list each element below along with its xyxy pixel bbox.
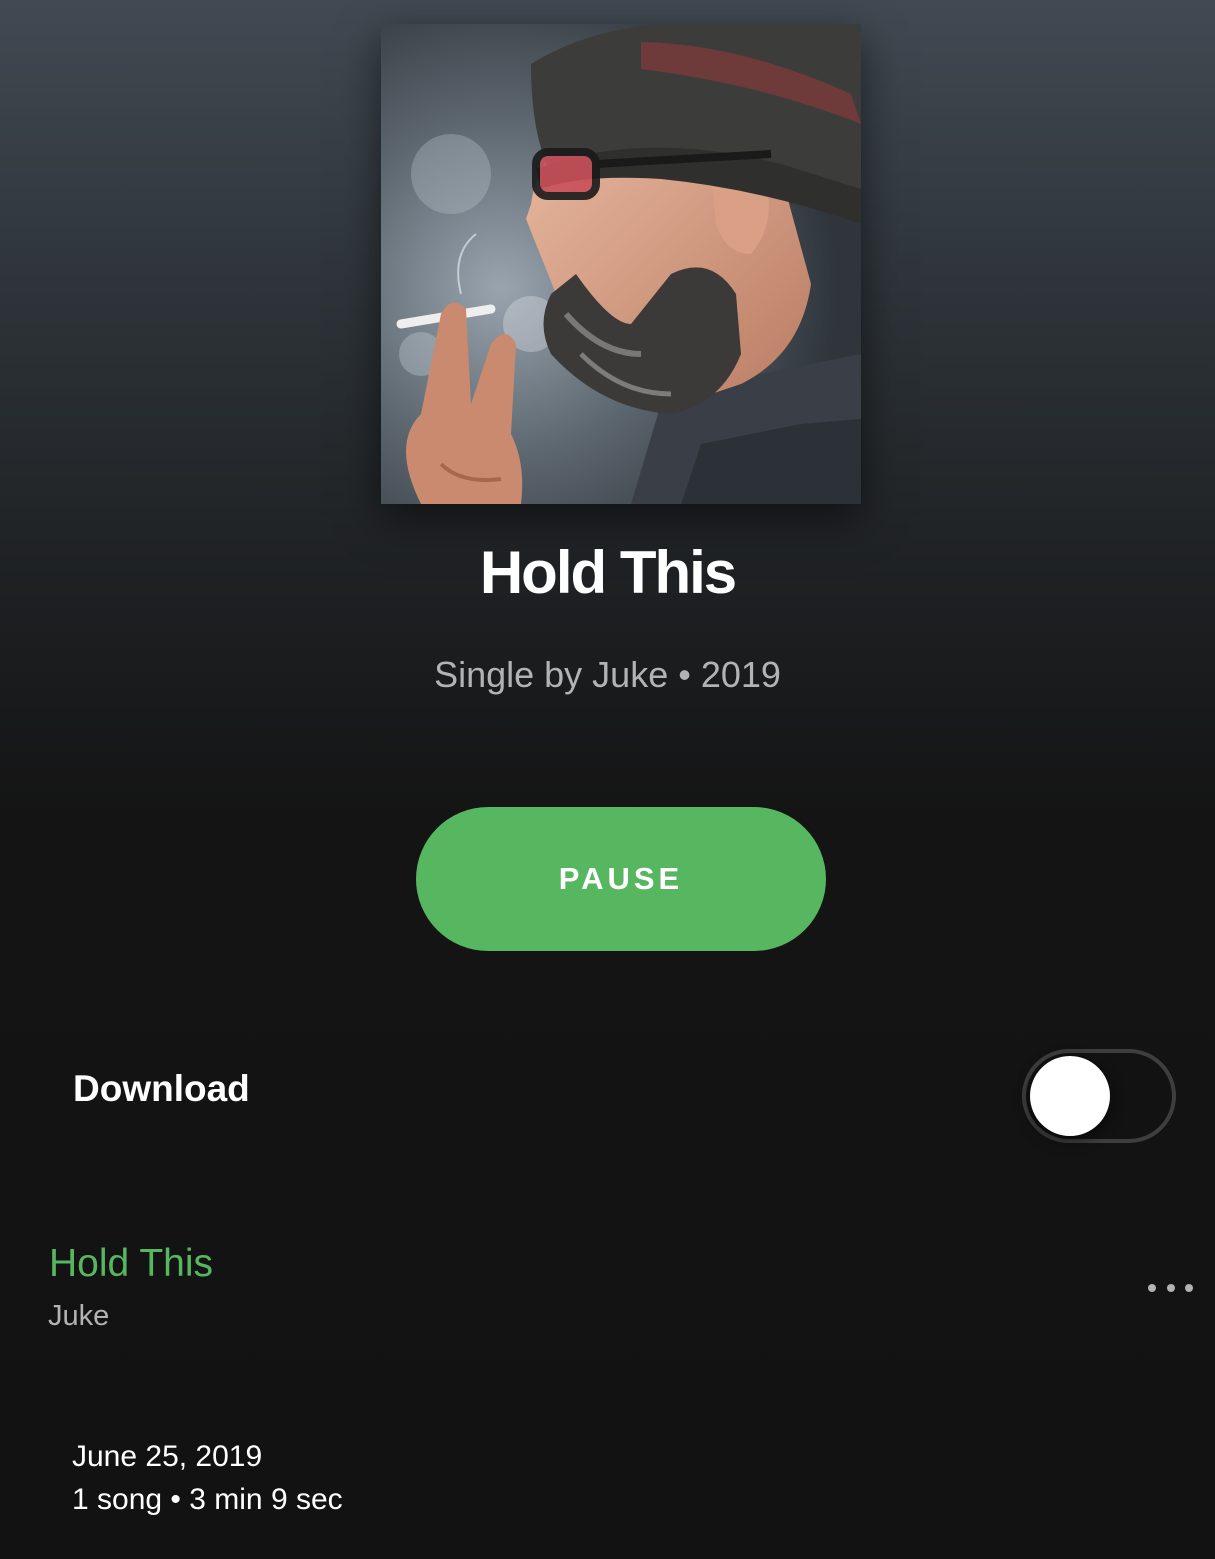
more-dot <box>1148 1284 1156 1292</box>
album-subtitle: Single by Juke • 2019 <box>434 654 781 695</box>
album-summary: 1 song • 3 min 9 sec <box>72 1483 343 1516</box>
album-title: Hold This <box>479 539 737 606</box>
more-dot <box>1167 1284 1175 1292</box>
album-cover-image <box>381 24 861 504</box>
download-toggle[interactable] <box>1022 1049 1176 1143</box>
more-options-icon[interactable] <box>1138 1268 1202 1308</box>
pause-button[interactable]: PAUSE <box>416 807 826 951</box>
album-cover <box>381 24 861 504</box>
more-dot <box>1185 1284 1193 1292</box>
download-label: Download <box>73 1068 250 1109</box>
toggle-knob[interactable] <box>1030 1056 1110 1136</box>
release-date: June 25, 2019 <box>72 1440 263 1473</box>
track-title: Hold This <box>49 1242 214 1285</box>
track-artist: Juke <box>48 1300 110 1332</box>
track-row[interactable]: Hold This Juke <box>0 1232 1215 1342</box>
